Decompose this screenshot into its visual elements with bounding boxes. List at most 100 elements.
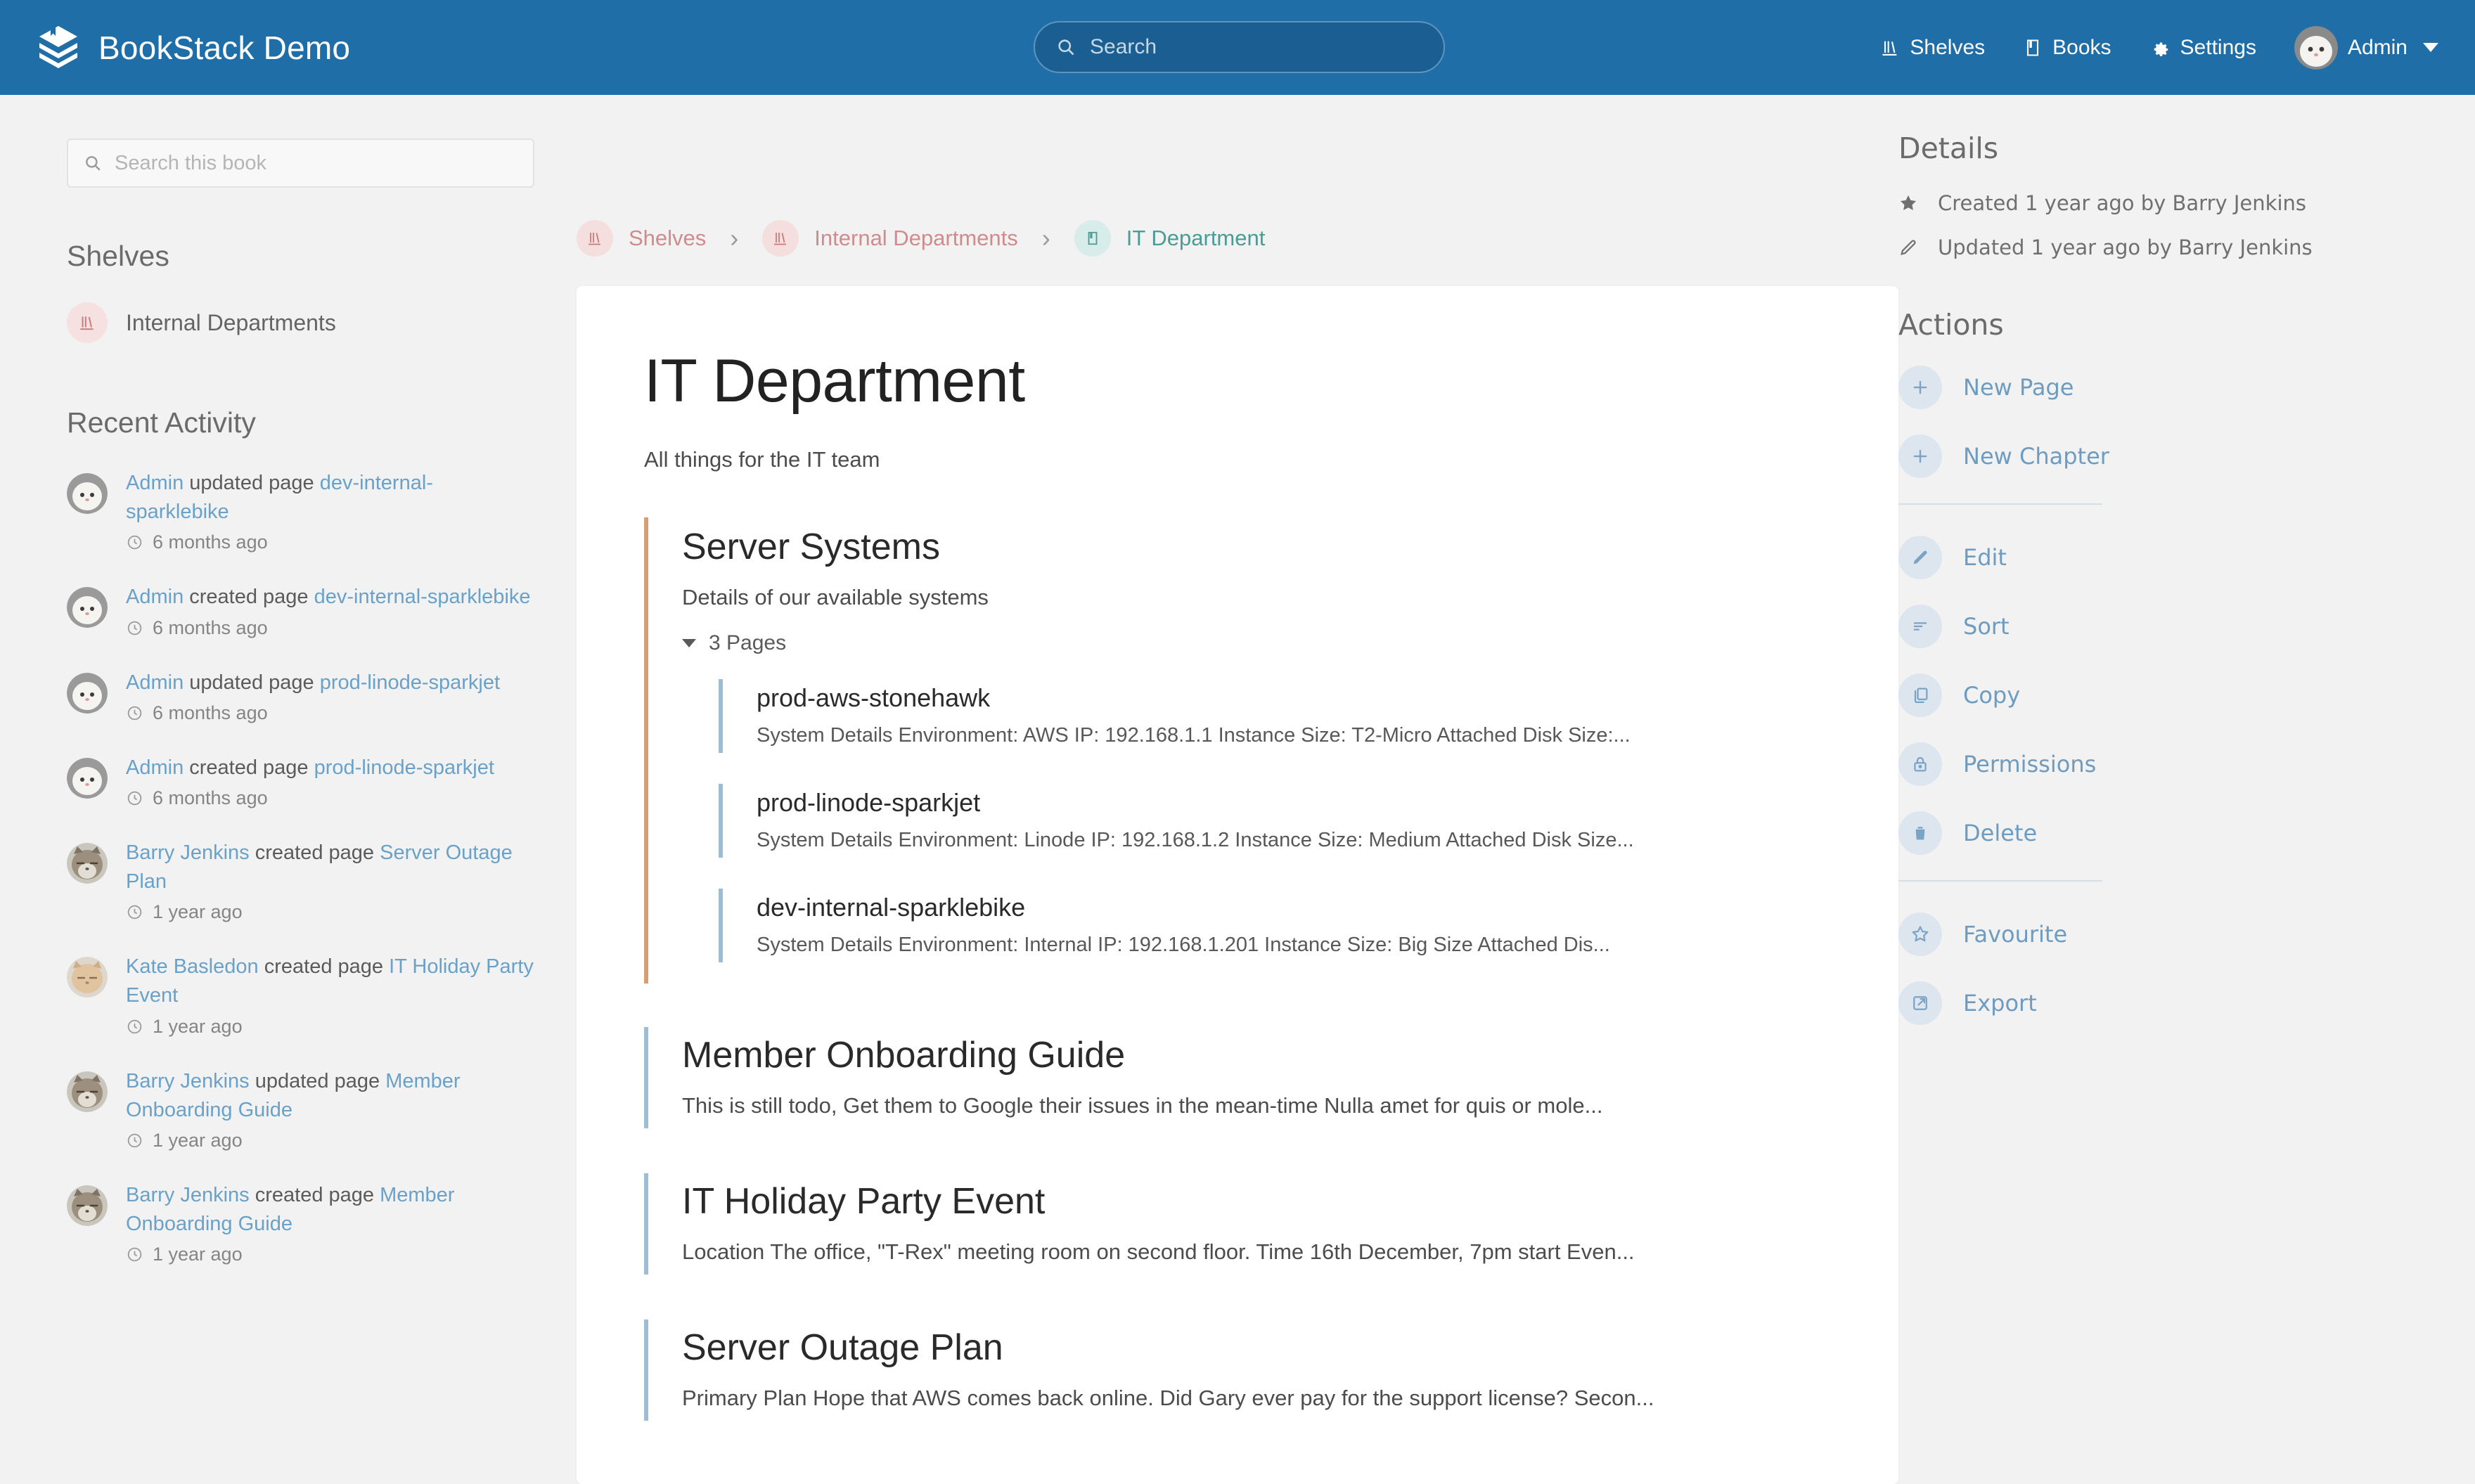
activity-time: 6 months ago xyxy=(126,787,534,809)
avatar xyxy=(67,1185,108,1226)
chapter-title: Server Systems xyxy=(682,526,1831,568)
list-item[interactable]: Barry Jenkins created page Member Onboar… xyxy=(67,1181,534,1265)
shelves-icon xyxy=(762,220,799,257)
action-favourite[interactable]: Favourite xyxy=(1898,912,2419,956)
activity-action: updated page xyxy=(255,1070,380,1092)
list-item[interactable]: Barry Jenkins created page Server Outage… xyxy=(67,839,534,923)
activity-action: created page xyxy=(255,841,374,864)
action-label: Sort xyxy=(1963,613,2010,640)
action-new-page[interactable]: New Page xyxy=(1898,366,2419,409)
activity-target[interactable]: prod-linode-sparkjet xyxy=(320,671,500,694)
action-delete[interactable]: Delete xyxy=(1898,811,2419,855)
activity-user[interactable]: Admin xyxy=(126,671,184,694)
list-item[interactable]: Barry Jenkins updated page Member Onboar… xyxy=(67,1067,534,1151)
pencil-icon xyxy=(1898,233,1922,262)
header-nav: Shelves Books Settings xyxy=(1880,26,2438,70)
chapter-page-excerpt: System Details Environment: Internal IP:… xyxy=(757,934,1831,957)
activity-text: Admin updated page prod-linode-sparkjet xyxy=(126,669,534,697)
activity-target[interactable]: dev-internal-sparklebike xyxy=(314,586,531,608)
detail-row: Updated 1 year ago by Barry Jenkins xyxy=(1898,233,2419,262)
list-item[interactable]: Admin created page dev-internal-sparkleb… xyxy=(67,583,534,638)
chapter-page-item[interactable]: prod-aws-stonehawk System Details Enviro… xyxy=(719,679,1831,753)
activity-user[interactable]: Admin xyxy=(126,756,184,779)
activity-action: created page xyxy=(189,586,308,608)
nav-label-shelves: Shelves xyxy=(1910,36,1985,60)
action-sort[interactable]: Sort xyxy=(1898,605,2419,648)
action-export[interactable]: Export xyxy=(1898,981,2419,1025)
sort-icon xyxy=(1898,605,1942,648)
chapter-page-excerpt: System Details Environment: AWS IP: 192.… xyxy=(757,724,1831,747)
plus-icon xyxy=(1898,366,1942,409)
book-pages-list: Member Onboarding Guide This is still to… xyxy=(644,1027,1831,1421)
action-new-chapter[interactable]: New Chapter xyxy=(1898,434,2419,478)
avatar xyxy=(67,473,108,514)
chapter-page-item[interactable]: prod-linode-sparkjet System Details Envi… xyxy=(719,784,1831,858)
search-icon xyxy=(84,154,102,172)
actions-group-manage: Edit Sort Copy Permissions Delete xyxy=(1898,536,2419,855)
book-page-item[interactable]: Member Onboarding Guide This is still to… xyxy=(644,1027,1831,1128)
clock-icon xyxy=(126,619,143,637)
activity-target[interactable]: prod-linode-sparkjet xyxy=(314,756,494,779)
gear-icon xyxy=(2149,37,2171,58)
page-description: All things for the IT team xyxy=(644,447,1831,472)
nav-item-settings[interactable]: Settings xyxy=(2149,36,2256,60)
right-sidebar: Details Created 1 year ago by Barry Jenk… xyxy=(1898,95,2475,1396)
brand[interactable]: BookStack Demo xyxy=(37,25,350,71)
chapter-page-item[interactable]: dev-internal-sparklebike System Details … xyxy=(719,889,1831,962)
book-page-item[interactable]: Server Outage Plan Primary Plan Hope tha… xyxy=(644,1320,1831,1421)
breadcrumb-item-internal-departments[interactable]: Internal Departments xyxy=(762,220,1017,257)
activity-user[interactable]: Barry Jenkins xyxy=(126,1070,250,1092)
activity-text: Kate Basledon created page IT Holiday Pa… xyxy=(126,953,534,1010)
clock-icon xyxy=(126,789,143,807)
chapter-pages-toggle[interactable]: 3 Pages xyxy=(682,631,1831,655)
chapter-server-systems[interactable]: Server Systems Details of our available … xyxy=(644,517,1831,983)
details-heading: Details xyxy=(1898,131,2419,165)
clock-icon xyxy=(126,1246,143,1263)
recent-activity-list: Admin updated page dev-internal-sparkleb… xyxy=(67,469,534,1265)
action-label: Favourite xyxy=(1963,921,2067,948)
breadcrumb-item-shelves[interactable]: Shelves xyxy=(577,220,706,257)
book-page-item[interactable]: IT Holiday Party Event Location The offi… xyxy=(644,1173,1831,1275)
activity-text: Barry Jenkins created page Member Onboar… xyxy=(126,1181,534,1239)
list-item[interactable]: Kate Basledon created page IT Holiday Pa… xyxy=(67,953,534,1037)
detail-row: Created 1 year ago by Barry Jenkins xyxy=(1898,189,2419,218)
activity-time: 1 year ago xyxy=(126,1130,534,1151)
activity-user[interactable]: Admin xyxy=(126,586,184,608)
book-page-excerpt: Primary Plan Hope that AWS comes back on… xyxy=(682,1386,1831,1411)
sidebar-item-internal-departments[interactable]: Internal Departments xyxy=(67,302,534,343)
activity-text: Barry Jenkins updated page Member Onboar… xyxy=(126,1067,534,1125)
action-edit[interactable]: Edit xyxy=(1898,536,2419,579)
activity-user[interactable]: Barry Jenkins xyxy=(126,1184,250,1206)
activity-action: updated page xyxy=(189,671,314,694)
user-menu[interactable]: Admin xyxy=(2294,26,2438,70)
details-list: Created 1 year ago by Barry Jenkins Upda… xyxy=(1898,189,2419,262)
activity-user[interactable]: Kate Basledon xyxy=(126,955,259,978)
activity-text: Admin updated page dev-internal-sparkleb… xyxy=(126,469,534,527)
activity-user[interactable]: Barry Jenkins xyxy=(126,841,250,864)
chapter-page-excerpt: System Details Environment: Linode IP: 1… xyxy=(757,829,1831,852)
activity-time: 6 months ago xyxy=(126,531,534,553)
activity-user[interactable]: Admin xyxy=(126,472,184,494)
detail-text: Updated 1 year ago by Barry Jenkins xyxy=(1938,233,2313,262)
action-label: Permissions xyxy=(1963,751,2096,778)
breadcrumb-item-it-department[interactable]: IT Department xyxy=(1074,220,1266,257)
divider xyxy=(1898,503,2102,505)
avatar xyxy=(67,673,108,714)
bookstack-logo-icon xyxy=(37,25,80,71)
nav-item-shelves[interactable]: Shelves xyxy=(1880,36,1985,60)
activity-action: created page xyxy=(264,955,383,978)
main-column: Shelves › Internal Departments › xyxy=(577,95,1898,1396)
global-search-input[interactable]: Search xyxy=(1034,21,1445,73)
book-content-card: IT Department All things for the IT team… xyxy=(577,286,1898,1484)
nav-item-books[interactable]: Books xyxy=(2023,36,2111,60)
book-search-input[interactable]: Search this book xyxy=(67,138,534,188)
chevron-right-icon: › xyxy=(730,226,738,251)
action-copy[interactable]: Copy xyxy=(1898,673,2419,717)
action-permissions[interactable]: Permissions xyxy=(1898,742,2419,786)
list-item[interactable]: Admin created page prod-linode-sparkjet … xyxy=(67,754,534,809)
list-item[interactable]: Admin updated page prod-linode-sparkjet … xyxy=(67,669,534,724)
brand-title: BookStack Demo xyxy=(98,29,350,67)
list-item[interactable]: Admin updated page dev-internal-sparkleb… xyxy=(67,469,534,553)
export-icon xyxy=(1898,981,1942,1025)
nav-label-settings: Settings xyxy=(2180,36,2256,60)
